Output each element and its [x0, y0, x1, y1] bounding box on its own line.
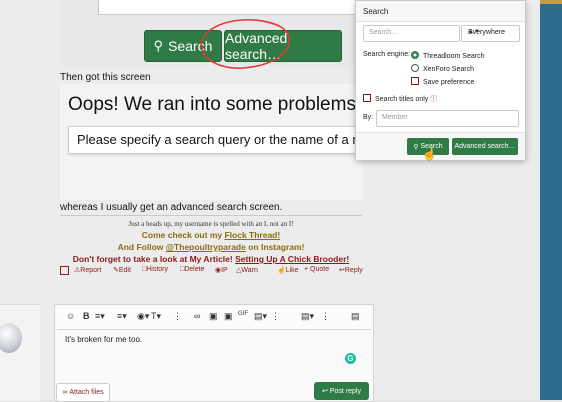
radio-checked-icon	[411, 51, 419, 59]
signature-line-1: Just a heads up, my username is spelled …	[128, 220, 294, 228]
error-message: Please specify a search query or the nam…	[77, 132, 376, 147]
select-post-checkbox[interactable]	[60, 266, 69, 275]
embedded-search-button: ⚲ Search	[144, 30, 222, 62]
member-input[interactable]: Member	[376, 110, 519, 127]
list-icon[interactable]: ≡▾	[95, 311, 105, 322]
search-input[interactable]: Search…	[363, 25, 460, 42]
editor-toolbar: ☺ B ≡▾ ≡▾ ◉▾ T▾ ⋮ ∞ ▣ ▣ GIF ▤▾ ⋮ ▤▾ ⋮ ▤	[57, 307, 371, 330]
search-dropdown-header: Search	[356, 1, 525, 22]
search-icon: ⚲	[153, 38, 164, 53]
search-dropdown: Search Search… Everywhere ▲▼ Search engin…	[355, 0, 526, 160]
search-dropdown-footer: ⚲ Search Advanced search…	[356, 132, 525, 160]
signature-line-3: And Follow @Thepoultryparade on Instagra…	[117, 242, 305, 252]
checkbox-icon	[411, 77, 419, 85]
hand-cursor-icon: ☝	[422, 147, 437, 161]
color-icon[interactable]: ◉▾	[137, 311, 149, 322]
paperclip-icon: ∞	[62, 389, 70, 396]
search-icon: ⚲	[413, 143, 421, 151]
gif-icon[interactable]: GIF	[238, 311, 248, 317]
avatar	[0, 323, 22, 353]
chevron-updown-icon: ▲▼	[468, 29, 480, 35]
post-body-text: whereas I usually get an advanced search…	[60, 202, 283, 213]
delete-link[interactable]: □Delete	[180, 266, 204, 273]
post-actions-bar: ⚠Report ✎Edit □History □Delete ◉IP △Warn…	[60, 266, 365, 278]
signature: Just a heads up, my username is spelled …	[60, 215, 362, 264]
more-icon-3[interactable]: ⋮	[321, 311, 330, 322]
reply-link[interactable]: ↩Reply	[339, 266, 363, 274]
drafts-icon[interactable]: ▤▾	[301, 311, 314, 322]
edit-link[interactable]: ✎Edit	[113, 266, 131, 274]
window-edge	[540, 0, 562, 400]
reply-icon: ↩	[322, 388, 330, 395]
editor-text[interactable]: It's broken for me too.	[65, 335, 142, 344]
error-title: Oops! We ran into some problems.	[68, 94, 362, 115]
font-size-icon[interactable]: T▾	[151, 311, 161, 322]
like-link[interactable]: ☝Like	[277, 266, 299, 274]
search-engine-label: Search engine:	[363, 51, 411, 58]
media-icon[interactable]: ▣	[224, 311, 233, 322]
engine-option-xenforo[interactable]: XenForo Search	[411, 64, 474, 73]
preview-icon[interactable]: ▤	[351, 311, 360, 322]
quote-link[interactable]: + Quote	[304, 266, 329, 273]
help-icon[interactable]: ⓘ	[430, 96, 437, 103]
embedded-advanced-search-button: Advanced search…	[224, 30, 342, 62]
link-icon[interactable]: ∞	[194, 311, 200, 321]
post-caption: Then got this screen	[60, 72, 151, 83]
warn-link[interactable]: △Warn	[236, 266, 258, 274]
more-icon[interactable]: ⋮	[173, 311, 182, 322]
by-label: By:	[363, 114, 374, 121]
embedded-screenshot-search: ⚲ Search Advanced search…	[60, 0, 362, 69]
save-preference-checkbox[interactable]: Save preference	[411, 77, 474, 86]
signature-line-2: Come check out my Flock Thread!	[141, 230, 281, 240]
reply-avatar-column	[0, 304, 40, 401]
bold-icon[interactable]: B	[83, 311, 90, 321]
article-link[interactable]: Setting Up A Chick Brooder!	[235, 254, 349, 264]
more-icon-2[interactable]: ⋮	[271, 311, 280, 322]
history-link[interactable]: □History	[142, 266, 168, 273]
grammarly-icon[interactable]: G	[345, 353, 356, 364]
insert-icon[interactable]: ▤▾	[254, 311, 267, 322]
engine-option-threadloom[interactable]: Threadloom Search	[411, 51, 484, 60]
radio-icon	[411, 64, 419, 72]
checkbox-icon	[363, 94, 371, 102]
flock-thread-link[interactable]: Flock Thread!	[224, 230, 280, 240]
titles-only-checkbox[interactable]: Search titles only ⓘ	[363, 94, 437, 104]
embedded-search-field	[98, 0, 362, 15]
image-icon[interactable]: ▣	[209, 311, 218, 322]
error-message-box: Please specify a search query or the nam…	[68, 126, 376, 154]
embedded-screenshot-error: Oops! We ran into some problems. Please …	[60, 84, 376, 200]
search-scope-select[interactable]: Everywhere ▲▼	[461, 25, 520, 42]
signature-line-4: Don't forget to take a look at My Articl…	[72, 254, 350, 264]
report-link[interactable]: ⚠Report	[74, 266, 101, 274]
smilie-icon[interactable]: ☺	[66, 311, 75, 321]
advanced-search-button[interactable]: Advanced search…	[452, 138, 518, 155]
edge-accent	[540, 0, 562, 4]
instagram-link[interactable]: @Thepoultryparade	[166, 242, 246, 252]
thumbs-up-icon: ☝	[277, 267, 286, 274]
attach-files-button[interactable]: ∞ Attach files	[56, 383, 110, 402]
align-icon[interactable]: ≡▾	[117, 311, 127, 322]
ip-link[interactable]: ◉IP	[215, 266, 228, 274]
post-reply-button[interactable]: ↩ Post reply	[314, 382, 369, 400]
